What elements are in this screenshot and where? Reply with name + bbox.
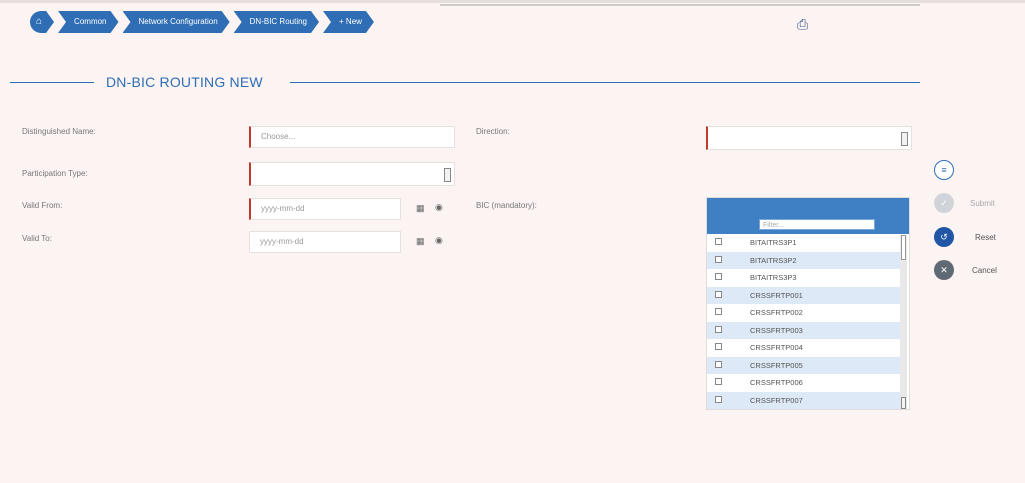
bic-list-header: Filter... xyxy=(707,198,909,234)
valid-to-field[interactable]: yyyy-mm-dd xyxy=(249,231,401,253)
direction-label: Direction: xyxy=(476,127,510,136)
bic-label: BIC (mandatory): xyxy=(476,201,537,210)
breadcrumb: ⌂ Common Network Configuration DN-BIC Ro… xyxy=(30,11,378,33)
scroll-down-arrow[interactable] xyxy=(901,397,906,409)
distinguished-name-placeholder: Choose... xyxy=(261,132,296,141)
bic-list-item[interactable]: CRSSFRTP003 xyxy=(707,321,901,339)
valid-from-placeholder: yyyy-mm-dd xyxy=(261,204,305,213)
valid-to-label: Valid To: xyxy=(22,234,52,243)
print-icon[interactable]: ⎙ xyxy=(797,16,815,32)
title-divider-right xyxy=(290,82,920,83)
distinguished-name-field[interactable]: Choose... xyxy=(249,126,455,148)
bic-checkbox[interactable] xyxy=(715,290,722,298)
distinguished-name-label: Distinguished Name: xyxy=(22,127,96,136)
title-divider-left xyxy=(10,82,94,83)
calendar-icon[interactable]: ▦ xyxy=(416,236,425,247)
bic-list-scrollbar[interactable] xyxy=(900,235,907,409)
bic-list-item[interactable]: CRSSFRTP007 xyxy=(707,391,901,409)
bic-list-item[interactable]: CRSSFRTP002 xyxy=(707,304,901,321)
reset-label: Reset xyxy=(975,233,996,242)
clock-icon[interactable]: ◉ xyxy=(435,202,443,213)
breadcrumb-item-dn-bic-routing[interactable]: DN-BIC Routing xyxy=(234,11,319,33)
page-title: DN-BIC ROUTING NEW xyxy=(106,74,263,90)
bic-option-label: CRSSFRTP006 xyxy=(750,378,803,387)
cancel-button[interactable]: ✕ xyxy=(934,260,954,280)
bic-option-label: CRSSFRTP005 xyxy=(750,360,803,370)
top-border-secondary xyxy=(440,4,920,6)
bic-option-label: CRSSFRTP001 xyxy=(750,290,803,300)
direction-select[interactable] xyxy=(706,126,912,150)
scrollbar-thumb[interactable] xyxy=(901,235,906,260)
submit-button[interactable]: ✓ xyxy=(934,193,954,213)
bic-filter-input[interactable]: Filter... xyxy=(759,219,875,230)
participation-type-select[interactable] xyxy=(249,162,455,186)
bic-option-label: CRSSFRTP002 xyxy=(750,308,803,317)
bic-list-item[interactable]: CRSSFRTP001 xyxy=(707,286,901,304)
bic-list-item[interactable]: BITAITRS3P1 xyxy=(707,234,901,251)
bic-checkbox[interactable] xyxy=(715,395,722,403)
chevron-down-icon xyxy=(901,132,908,146)
bic-checkbox[interactable] xyxy=(715,238,722,245)
bic-checkbox[interactable] xyxy=(715,273,722,280)
home-icon: ⌂ xyxy=(36,16,43,27)
valid-to-placeholder: yyyy-mm-dd xyxy=(260,237,304,246)
bic-checkbox[interactable] xyxy=(715,360,722,368)
bic-checkbox[interactable] xyxy=(715,255,722,263)
breadcrumb-item-new[interactable]: + New xyxy=(323,11,374,33)
bic-list-item[interactable]: CRSSFRTP004 xyxy=(707,339,901,356)
calendar-icon[interactable]: ▦ xyxy=(416,203,425,214)
cancel-label: Cancel xyxy=(972,266,997,275)
valid-from-label: Valid From: xyxy=(22,201,63,210)
bic-option-label: BITAITRS3P3 xyxy=(750,273,797,282)
bic-checkbox[interactable] xyxy=(715,308,722,315)
menu-button[interactable]: ≡ xyxy=(934,160,954,180)
bic-option-label: CRSSFRTP003 xyxy=(750,325,803,335)
bic-listbox: Filter... BITAITRS3P1 BITAITRS3P2 BITAITRS… xyxy=(706,197,910,410)
valid-from-field[interactable]: yyyy-mm-dd xyxy=(249,198,401,220)
bic-option-label: BITAITRS3P2 xyxy=(750,255,797,265)
reset-button[interactable]: ↺ xyxy=(934,227,954,247)
bic-option-label: BITAITRS3P1 xyxy=(750,238,797,247)
bic-checkbox[interactable] xyxy=(715,343,722,350)
bic-checkbox[interactable] xyxy=(715,378,722,385)
list-icon: ≡ xyxy=(941,165,947,175)
clock-icon[interactable]: ◉ xyxy=(435,235,443,246)
bic-list-item[interactable]: CRSSFRTP005 xyxy=(707,356,901,374)
check-icon: ✓ xyxy=(940,197,948,208)
chevron-down-icon xyxy=(444,168,451,182)
submit-label: Submit xyxy=(970,199,995,208)
close-icon: ✕ xyxy=(940,264,948,275)
bic-option-label: CRSSFRTP007 xyxy=(750,395,803,405)
bic-list-item[interactable]: BITAITRS3P3 xyxy=(707,269,901,286)
top-border xyxy=(0,0,1025,3)
participation-type-label: Participation Type: xyxy=(22,169,88,178)
bic-option-label: CRSSFRTP004 xyxy=(750,343,803,352)
breadcrumb-item-common[interactable]: Common xyxy=(58,11,118,33)
bic-list-item[interactable]: CRSSFRTP006 xyxy=(707,374,901,391)
reset-icon: ↺ xyxy=(940,231,948,242)
breadcrumb-item-network-configuration[interactable]: Network Configuration xyxy=(123,11,230,33)
bic-list-item[interactable]: BITAITRS3P2 xyxy=(707,251,901,269)
breadcrumb-home[interactable]: ⌂ xyxy=(30,11,54,33)
bic-checkbox[interactable] xyxy=(715,325,722,333)
